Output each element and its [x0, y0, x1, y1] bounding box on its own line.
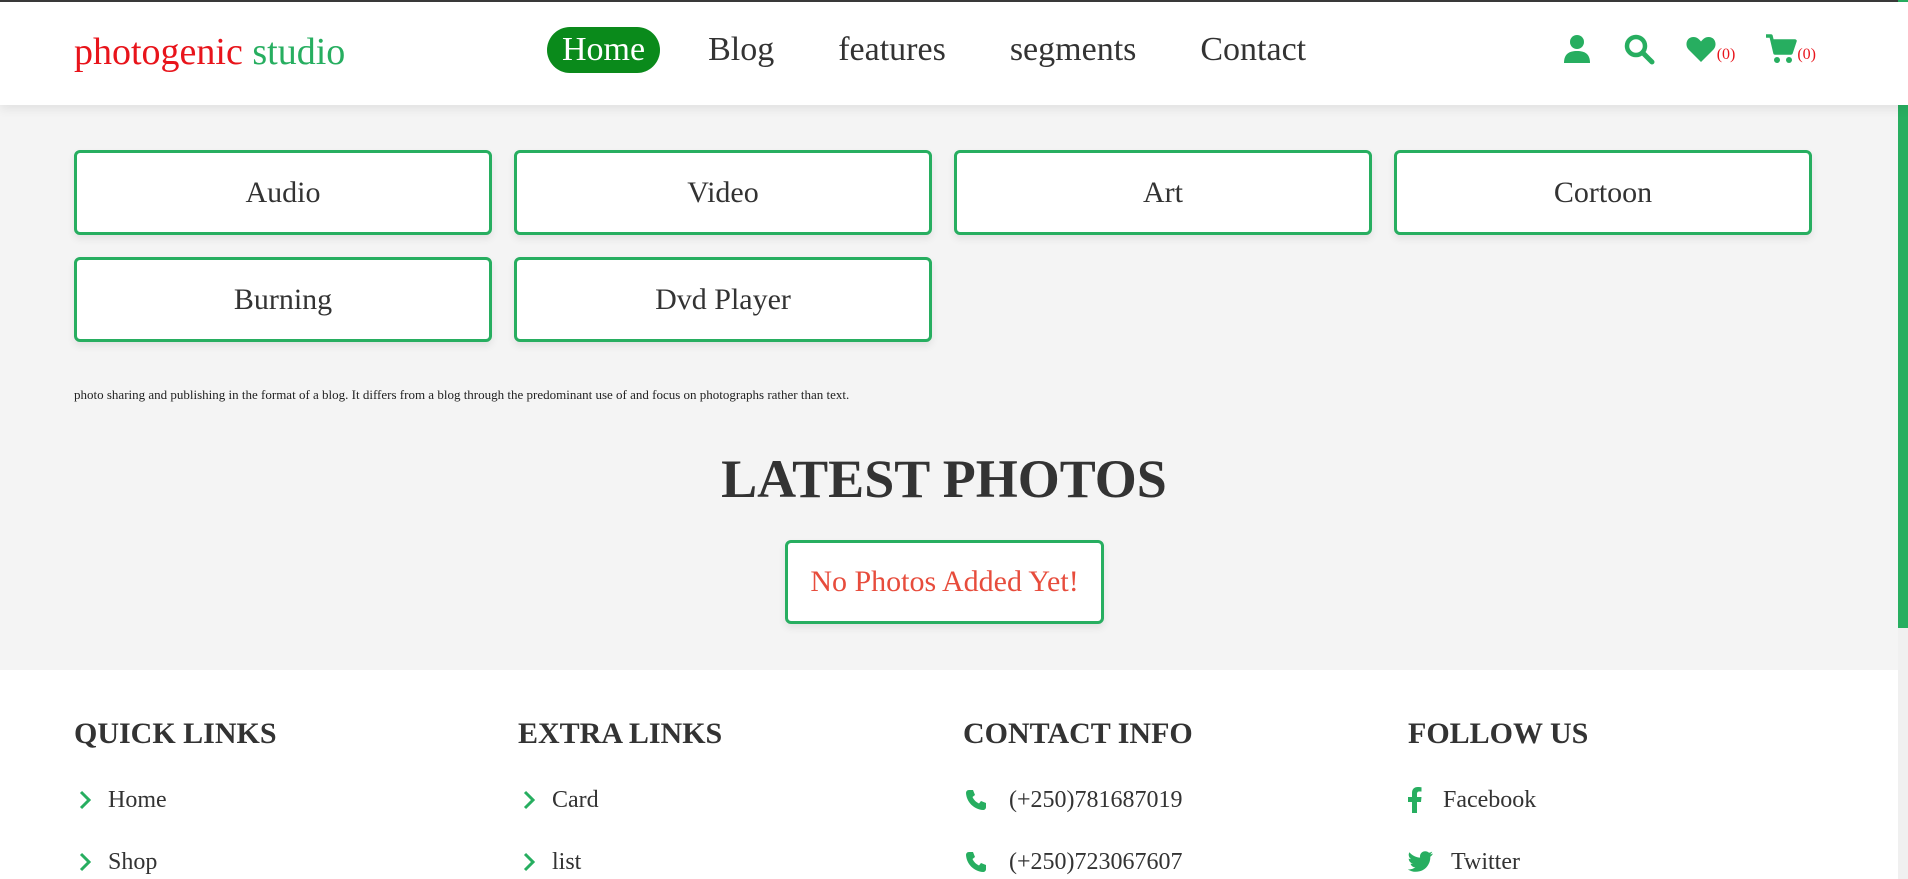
intro-text: photo sharing and publishing in the form…: [74, 387, 850, 402]
footer-link-label: Card: [552, 786, 599, 813]
user-icon: [1563, 35, 1590, 63]
footer-link-label: Shop: [108, 848, 158, 875]
nav-blog[interactable]: Blog: [708, 27, 774, 73]
facebook-icon: [1408, 787, 1422, 813]
segment-video[interactable]: Video: [514, 150, 932, 235]
extra-links-title: EXTRA LINKS: [518, 717, 723, 750]
brand-name-part1: photogenic: [74, 31, 243, 73]
footer-contact-info: CONTACT INFO (+250)781687019 (+250)72306…: [963, 717, 1193, 876]
chevron-right-icon: [518, 852, 540, 872]
header-icons: (0) (0): [1561, 33, 1816, 65]
footer-social-label: Facebook: [1443, 786, 1537, 813]
footer-link-card[interactable]: Card: [518, 786, 722, 814]
footer-link-list[interactable]: list: [518, 848, 722, 876]
follow-us-title: FOLLOW US: [1408, 717, 1589, 750]
main-nav: Home Blog features segments Contact: [547, 27, 1306, 73]
nav-home[interactable]: Home: [547, 27, 661, 73]
footer-link-label: list: [552, 848, 582, 875]
twitter-icon: [1408, 851, 1434, 873]
nav-features[interactable]: features: [838, 27, 946, 73]
footer-follow-us: FOLLOW US Facebook Twitter: [1408, 717, 1588, 876]
segment-grid: Audio Video Art Cortoon Burning Dvd Play…: [74, 150, 1816, 342]
quick-links-title: QUICK LINKS: [74, 717, 277, 750]
brand-logo[interactable]: photogenic studio: [74, 30, 345, 74]
footer-social-twitter[interactable]: Twitter: [1408, 848, 1588, 876]
chevron-right-icon: [74, 852, 96, 872]
wishlist-button[interactable]: (0): [1685, 33, 1736, 65]
segment-cortoon[interactable]: Cortoon: [1394, 150, 1812, 235]
footer-social-label: Twitter: [1451, 848, 1520, 875]
footer-social-facebook[interactable]: Facebook: [1408, 786, 1588, 814]
footer-link-shop[interactable]: Shop: [74, 848, 277, 876]
footer-phone-2[interactable]: (+250)723067607: [963, 848, 1193, 876]
brand-name-part2: studio: [252, 31, 346, 73]
footer-link-home[interactable]: Home: [74, 786, 277, 814]
segment-art[interactable]: Art: [954, 150, 1372, 235]
latest-photos-heading: LATEST PHOTOS: [721, 449, 1167, 509]
cart-icon: [1766, 34, 1798, 63]
site-header: photogenic studio Home Blog features seg…: [0, 2, 1908, 105]
footer-phone-label: (+250)723067607: [1009, 848, 1183, 875]
segment-burning[interactable]: Burning: [74, 257, 492, 342]
nav-segments[interactable]: segments: [1010, 27, 1137, 73]
site-footer: QUICK LINKS Home Shop EXTRA LINKS Card l…: [0, 670, 1898, 879]
search-icon: [1624, 34, 1655, 65]
footer-phone-label: (+250)781687019: [1009, 786, 1183, 813]
user-button[interactable]: [1561, 33, 1593, 65]
phone-icon: [963, 850, 989, 874]
chevron-right-icon: [518, 790, 540, 810]
footer-extra-links: EXTRA LINKS Card list: [518, 717, 722, 876]
empty-photos-message: No Photos Added Yet!: [785, 540, 1104, 624]
search-button[interactable]: [1623, 33, 1655, 65]
phone-icon: [963, 788, 989, 812]
chevron-right-icon: [74, 790, 96, 810]
heart-icon: [1686, 37, 1716, 62]
segment-dvd-player[interactable]: Dvd Player: [514, 257, 932, 342]
footer-phone-1[interactable]: (+250)781687019: [963, 786, 1193, 814]
segment-audio[interactable]: Audio: [74, 150, 492, 235]
cart-count: (0): [1797, 46, 1816, 63]
footer-quick-links: QUICK LINKS Home Shop: [74, 717, 277, 876]
footer-link-label: Home: [108, 786, 167, 813]
contact-info-title: CONTACT INFO: [963, 717, 1193, 750]
cart-button[interactable]: (0): [1765, 33, 1816, 65]
nav-contact[interactable]: Contact: [1200, 27, 1306, 73]
page-scrollbar[interactable]: [1898, 0, 1908, 879]
wishlist-count: (0): [1716, 46, 1736, 63]
